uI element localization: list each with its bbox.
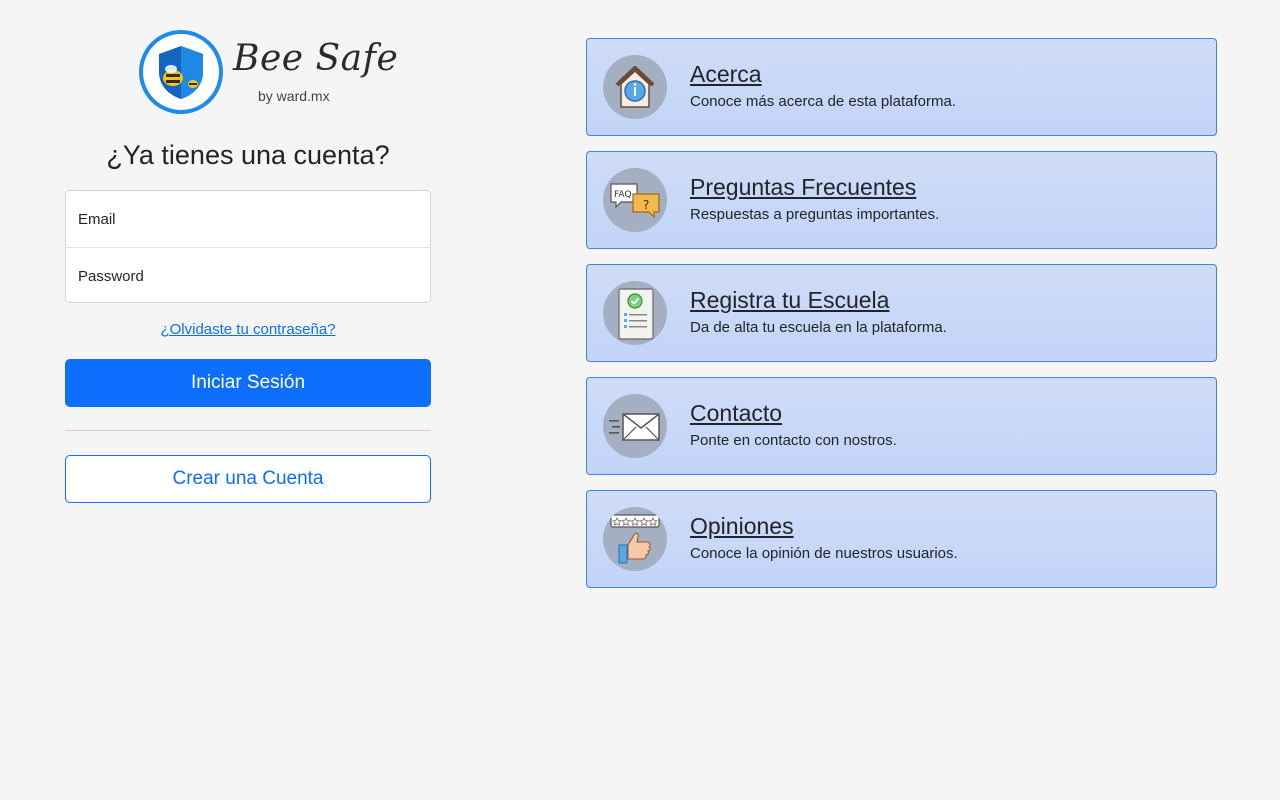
create-account-button[interactable]: Crear una Cuenta: [65, 455, 431, 503]
thumbs-up-rating-icon: [603, 507, 667, 571]
card-preguntas-description: Respuestas a preguntas importantes.: [690, 206, 940, 223]
separator: [65, 430, 431, 431]
card-preguntas-frecuentes[interactable]: FAQ ? Preguntas Frecuentes Respuestas a …: [586, 151, 1217, 249]
svg-text:?: ?: [643, 198, 649, 212]
login-form: [65, 190, 431, 303]
bee-shield-icon: [139, 30, 223, 114]
password-input[interactable]: [66, 248, 430, 302]
info-house-icon: [603, 55, 667, 119]
login-button[interactable]: Iniciar Sesión: [65, 359, 431, 407]
info-cards: Acerca Conoce más acerca de esta platafo…: [586, 38, 1217, 603]
card-acerca-description: Conoce más acerca de esta plataforma.: [690, 93, 956, 110]
card-contacto[interactable]: Contacto Ponte en contacto con nostros.: [586, 377, 1217, 475]
brand-title: Bee Safe: [233, 38, 399, 79]
card-preguntas-title: Preguntas Frecuentes: [690, 174, 917, 200]
forgot-password-link[interactable]: ¿Olvidaste tu contraseña?: [65, 321, 431, 338]
card-opiniones-title: Opiniones: [690, 513, 794, 539]
card-registra-description: Da de alta tu escuela en la plataforma.: [690, 319, 947, 336]
email-input[interactable]: [66, 191, 430, 247]
card-contacto-title: Contacto: [690, 400, 783, 426]
card-registra-title: Registra tu Escuela: [690, 287, 890, 313]
certificate-icon: [603, 281, 667, 345]
card-opiniones-description: Conoce la opinión de nuestros usuarios.: [690, 545, 958, 562]
card-contacto-description: Ponte en contacto con nostros.: [690, 432, 897, 449]
card-opiniones[interactable]: Opiniones Conoce la opinión de nuestros …: [586, 490, 1217, 588]
login-heading: ¿Ya tienes una cuenta?: [106, 140, 390, 170]
brand-logo: Bee Safe by ward.mx: [139, 28, 398, 118]
brand-subtitle: by ward.mx: [258, 88, 330, 104]
card-acerca[interactable]: Acerca Conoce más acerca de esta platafo…: [586, 38, 1217, 136]
svg-text:FAQ: FAQ: [614, 190, 631, 200]
faq-bubbles-icon: FAQ ?: [603, 168, 667, 232]
card-registra-escuela[interactable]: Registra tu Escuela Da de alta tu escuel…: [586, 264, 1217, 362]
envelope-icon: [603, 394, 667, 458]
card-acerca-title: Acerca: [690, 61, 762, 87]
